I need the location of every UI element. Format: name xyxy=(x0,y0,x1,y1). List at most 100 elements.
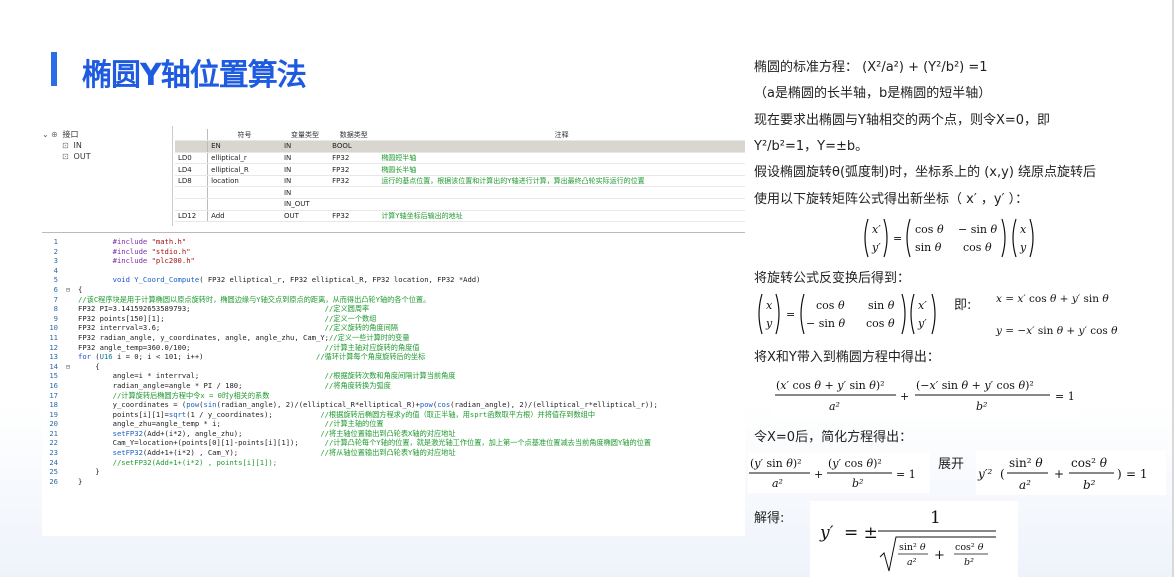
line-number: 16 xyxy=(49,380,58,390)
fold-toggle-icon[interactable] xyxy=(58,247,78,257)
table-row[interactable]: EN IN BOOL xyxy=(175,140,745,153)
line-number: 24 xyxy=(49,457,58,467)
code-line[interactable]: 20 angle_zhu=angle_temp * i; //计算主轴的位置 xyxy=(42,419,745,429)
column-header: 变量类型 xyxy=(280,129,330,142)
code-line[interactable]: 2 #include "stdio.h" xyxy=(42,247,745,257)
tree-item-out[interactable]: ⊡ OUT xyxy=(42,151,172,162)
fold-toggle-icon[interactable] xyxy=(58,266,78,276)
code-line[interactable]: 5 void Y_Coord_Compute( FP32 elliptical_… xyxy=(42,275,745,285)
table-row[interactable]: LD4 elliptical_R IN FP32 椭圆长半轴 xyxy=(175,163,745,176)
fold-toggle-icon[interactable] xyxy=(58,295,78,305)
xy-substitution-formula: x = x′ cos θ + y′ sin θ y = −x′ sin θ + … xyxy=(992,288,1128,340)
table-row[interactable]: IN xyxy=(175,186,745,200)
table-row[interactable]: LD12 Add OUT FP32 计算Y轴坐标后输出的地址 xyxy=(175,210,745,223)
line-number: 21 xyxy=(49,428,58,438)
fold-toggle-icon[interactable] xyxy=(58,352,78,362)
code-line[interactable]: 19 points[i][1]=sqrt(1 / y_coordinates);… xyxy=(42,410,745,420)
tree-root[interactable]: ⌄ ⊕ 接口 xyxy=(42,129,172,140)
fold-toggle-icon[interactable] xyxy=(58,371,78,381)
chevron-down-icon[interactable]: ⌄ xyxy=(42,129,51,140)
interface-icon: ⊕ xyxy=(51,130,58,139)
code-line[interactable]: 10 FP32 interrval=3.6; //定义旋转的角度间隔 xyxy=(42,323,745,333)
line-number: 23 xyxy=(49,448,58,458)
fold-toggle-icon[interactable]: ⊟ xyxy=(58,285,78,295)
code-text: #include "plc200.h" xyxy=(112,256,195,266)
svg-text:(y′ cos θ)²: (y′ cos θ)² xyxy=(828,457,882,470)
code-line[interactable]: 25 } xyxy=(42,467,745,477)
fold-toggle-icon[interactable] xyxy=(58,410,78,420)
svg-text:a²: a² xyxy=(907,557,917,568)
line-number: 26 xyxy=(49,476,58,486)
fold-toggle-icon[interactable] xyxy=(58,438,78,448)
line-number: 17 xyxy=(49,390,58,400)
text-line: 将旋转公式反变换后得到： xyxy=(754,271,911,286)
svg-text:=: = xyxy=(786,308,795,321)
code-line[interactable]: 13 for (U16 i = 0; i < 101; i++) //循环计算每个… xyxy=(42,352,745,362)
svg-text:b²: b² xyxy=(1083,478,1096,492)
code-line[interactable]: 14 ⊟ { xyxy=(42,362,745,372)
fold-toggle-icon[interactable] xyxy=(58,448,78,458)
svg-text:+: + xyxy=(814,468,823,481)
fold-toggle-icon[interactable] xyxy=(58,477,78,487)
svg-text:cos² θ: cos² θ xyxy=(955,542,984,553)
code-line[interactable]: 7 //该C程序块是用于计算椭圆以原点旋转时，椭圆边缘与Y轴交点到原点的距离，从而… xyxy=(42,295,745,305)
fold-toggle-icon[interactable] xyxy=(58,314,78,324)
code-text: void Y_Coord_Compute( FP32 elliptical_r,… xyxy=(112,275,481,285)
solution-formula: y′ = ± 1 sin² θ a² + cos² θ b² xyxy=(810,501,1018,577)
fold-toggle-icon[interactable] xyxy=(58,400,78,410)
code-line[interactable]: 6 ⊟{ xyxy=(42,285,745,295)
code-text: } xyxy=(78,467,100,477)
fold-toggle-icon[interactable] xyxy=(58,381,78,391)
svg-text:= ±: = ± xyxy=(844,523,878,543)
fold-toggle-icon[interactable] xyxy=(58,429,78,439)
code-text: y_coordinates = (pow(sin(radian_angle), … xyxy=(78,400,658,410)
fold-toggle-icon[interactable] xyxy=(58,323,78,333)
code-line[interactable]: 17 //计算旋转后椭圆方程中令x = 0时y相关的系数 xyxy=(42,391,745,401)
fold-toggle-icon[interactable] xyxy=(58,237,78,247)
code-line[interactable]: 18 y_coordinates = (pow(sin(radian_angle… xyxy=(42,400,745,410)
line-number: 2 xyxy=(53,246,58,256)
code-line[interactable]: 11 FP32 radian_angle, y_coordinates, angl… xyxy=(42,333,745,343)
code-line[interactable]: 21 setFP32(Add+(i*2), angle_zhu); //将主轴位… xyxy=(42,429,745,439)
code-line[interactable]: 4 xyxy=(42,266,745,276)
code-line[interactable]: 26} xyxy=(42,477,745,487)
svg-text:y′: y′ xyxy=(819,523,834,543)
code-text: setFP32(Add+1+(i*2) , Cam_Y); //将从轴位置输出到… xyxy=(112,448,456,458)
svg-text:cos θ: cos θ xyxy=(816,299,845,312)
code-line[interactable]: 3 #include "plc200.h" xyxy=(42,256,745,266)
code-editor[interactable]: 1 #include "math.h" 2 #include "stdio.h" 3… xyxy=(42,237,745,486)
table-row[interactable]: IN_OUT xyxy=(175,198,745,211)
code-line[interactable]: 23 setFP32(Add+1+(i*2) , Cam_Y); //将从轴位置… xyxy=(42,448,745,458)
tree-item-in[interactable]: ⊡ IN xyxy=(42,140,172,151)
code-text: Cam_Y=location+(points[0][1]-points[i][1… xyxy=(78,438,652,448)
table-row[interactable]: LD0 elliptical_r IN FP32 椭圆短半轴 xyxy=(175,152,745,165)
fold-toggle-icon[interactable] xyxy=(58,467,78,477)
code-line[interactable]: 1 #include "math.h" xyxy=(42,237,745,247)
code-line[interactable]: 12 FP32 angle_temp=360.0/100; //计算主轴对应旋转的… xyxy=(42,343,745,353)
code-line[interactable]: 15 angle=i * interrval; //根据旋转次数和角度间隔计算当… xyxy=(42,371,745,381)
fold-toggle-icon[interactable] xyxy=(58,343,78,353)
text-line: 椭圆的标准方程： (X²/a²) + (Y²/b²) =1 xyxy=(754,60,988,75)
fold-toggle-icon[interactable] xyxy=(58,275,78,285)
text-line: 令X=0后，简化方程得出： xyxy=(754,430,913,445)
rotation-matrix-formula: x′ y′ = cos θ − sin θ sin θ cos θ x y xyxy=(860,215,1046,261)
svg-text:(−x′ sin θ + y′ cos θ)²: (−x′ sin θ + y′ cos θ)² xyxy=(916,379,1034,392)
fold-toggle-icon[interactable] xyxy=(58,458,78,468)
code-line[interactable]: 16 radian_angle=angle * PI / 180; //将角度转… xyxy=(42,381,745,391)
text-line: 使用以下旋转矩阵公式得出新坐标（ x′ ，y′ ）： xyxy=(754,192,1029,207)
fold-toggle-icon[interactable]: ⊟ xyxy=(58,362,78,372)
fold-toggle-icon[interactable] xyxy=(58,333,78,343)
code-line[interactable]: 9 FP32 points[150][1]; //定义一个数组 xyxy=(42,314,745,324)
expanded-formula-svg: y′² ( sin² θ a² + cos² θ b² ) = 1 xyxy=(977,456,1148,492)
table-row[interactable]: LD8 location IN FP32 运行的基点位置，根据该位置和计算出的Y… xyxy=(175,175,745,188)
fold-toggle-icon[interactable] xyxy=(58,391,78,401)
code-text: FP32 points[150][1]; //定义一个数组 xyxy=(78,313,377,323)
fold-toggle-icon[interactable] xyxy=(58,256,78,266)
code-line[interactable]: 24 //setFP32(Add+1+(i*2) , points[i][1])… xyxy=(42,458,745,468)
code-line[interactable]: 8 FP32 PI=3.141592653589793; //定义圆周率 xyxy=(42,304,745,314)
line-number: 25 xyxy=(49,467,58,477)
fold-toggle-icon[interactable] xyxy=(58,419,78,429)
code-line[interactable]: 22 Cam_Y=location+(points[0][1]-points[i… xyxy=(42,438,745,448)
line-number: 1 xyxy=(53,237,58,246)
fold-toggle-icon[interactable] xyxy=(58,304,78,314)
